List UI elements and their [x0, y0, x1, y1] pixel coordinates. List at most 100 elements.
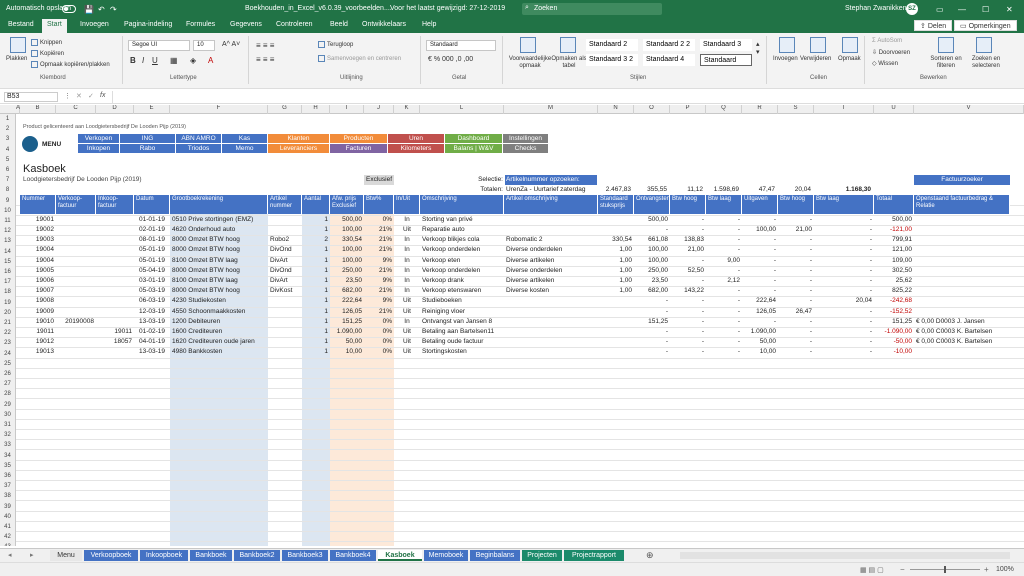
- table-cell[interactable]: 100,00: [331, 256, 363, 266]
- column-header-p[interactable]: P: [670, 105, 706, 114]
- table-cell[interactable]: 302,50: [875, 266, 913, 276]
- table-cell[interactable]: [599, 296, 633, 306]
- table-cell[interactable]: 19012: [21, 337, 55, 347]
- table-cell[interactable]: -: [815, 266, 873, 276]
- table-cell[interactable]: 0%: [365, 215, 393, 225]
- table-cell[interactable]: [97, 215, 133, 225]
- table-cell[interactable]: [505, 296, 597, 306]
- table-cell[interactable]: -: [743, 317, 777, 327]
- table-cell[interactable]: [97, 317, 133, 327]
- row-header[interactable]: 6: [0, 165, 16, 176]
- table-cell[interactable]: 500,00: [875, 215, 913, 225]
- table-cell[interactable]: -: [815, 276, 873, 286]
- row-header[interactable]: 23: [0, 338, 16, 349]
- table-cell[interactable]: [97, 235, 133, 245]
- column-title[interactable]: Datum: [134, 195, 170, 214]
- table-cell[interactable]: [915, 235, 1011, 245]
- table-cell[interactable]: [599, 215, 633, 225]
- table-cell[interactable]: -: [779, 266, 813, 276]
- table-cell[interactable]: 05-01-19: [135, 245, 169, 255]
- table-cell[interactable]: 1: [303, 347, 329, 357]
- currency-icon[interactable]: € % 000 ,0 ,00: [428, 56, 473, 63]
- table-cell[interactable]: DivOnd: [269, 266, 301, 276]
- column-title[interactable]: Ontvangsten: [634, 195, 670, 214]
- table-cell[interactable]: [599, 327, 633, 337]
- table-cell[interactable]: Robo2: [269, 235, 301, 245]
- sheet-tab-kasboek[interactable]: Kasboek: [378, 550, 422, 561]
- cancel-icon[interactable]: ✕: [76, 92, 82, 100]
- table-cell[interactable]: 4230 Studiekosten: [171, 296, 267, 306]
- sheet-tab-bankboek[interactable]: Bankboek: [190, 550, 232, 561]
- tab-beeld[interactable]: Beeld: [330, 21, 348, 28]
- row-header[interactable]: 10: [0, 205, 16, 216]
- table-cell[interactable]: 500,00: [331, 215, 363, 225]
- table-cell[interactable]: 0510 Prive stortingen (EMZ): [171, 215, 267, 225]
- tab-help[interactable]: Help: [422, 21, 436, 28]
- scroll-right-icon[interactable]: ▸: [30, 551, 34, 559]
- table-cell[interactable]: € 0,00 D0003 J. Jansen: [915, 317, 1011, 327]
- column-title[interactable]: Btw hoog: [670, 195, 706, 214]
- copy-button[interactable]: Kopiëren: [31, 50, 64, 57]
- sheet-tab-memoboek[interactable]: Memoboek: [424, 550, 468, 561]
- table-cell[interactable]: 1: [303, 215, 329, 225]
- table-cell[interactable]: [269, 317, 301, 327]
- table-cell[interactable]: Robomatic 2: [505, 235, 597, 245]
- maximize-icon[interactable]: ☐: [982, 5, 989, 14]
- table-cell[interactable]: -: [743, 215, 777, 225]
- sort-filter-icon[interactable]: [938, 37, 954, 53]
- nav-button-kas[interactable]: Kas: [222, 134, 268, 145]
- column-title[interactable]: Btw hoog: [778, 195, 814, 214]
- column-header-k[interactable]: K: [394, 105, 420, 114]
- table-cell[interactable]: [57, 276, 95, 286]
- table-cell[interactable]: Diverse artikelen: [505, 276, 597, 286]
- font-color-icon[interactable]: A: [208, 56, 213, 65]
- table-cell[interactable]: -: [671, 317, 705, 327]
- table-cell[interactable]: 10,00: [331, 347, 363, 357]
- merge-center-button[interactable]: Samenvoegen en centreren: [318, 55, 401, 62]
- row-header[interactable]: 7: [0, 175, 16, 186]
- share-button[interactable]: ⇪ Delen: [914, 20, 953, 31]
- table-cell[interactable]: 01-01-19: [135, 215, 169, 225]
- row-header[interactable]: 9: [0, 195, 16, 206]
- table-cell[interactable]: [915, 307, 1011, 317]
- column-header-s[interactable]: S: [778, 105, 814, 114]
- table-cell[interactable]: [915, 256, 1011, 266]
- table-cell[interactable]: -: [671, 225, 705, 235]
- nav-button-abn-amro[interactable]: ABN AMRO: [176, 134, 222, 145]
- table-cell[interactable]: Diverse artikelen: [505, 256, 597, 266]
- table-cell[interactable]: 0%: [365, 347, 393, 357]
- format-cells-button[interactable]: Opmaak: [838, 56, 861, 62]
- row-header[interactable]: 27: [0, 379, 16, 390]
- table-cell[interactable]: -: [815, 307, 873, 317]
- row-header[interactable]: 24: [0, 348, 16, 359]
- table-cell[interactable]: [599, 307, 633, 317]
- table-cell[interactable]: [915, 225, 1011, 235]
- name-box[interactable]: B53: [4, 92, 58, 102]
- row-header[interactable]: 20: [0, 307, 16, 318]
- table-cell[interactable]: [915, 245, 1011, 255]
- column-title[interactable]: Btw laag: [814, 195, 874, 214]
- table-cell[interactable]: 50,00: [331, 337, 363, 347]
- table-cell[interactable]: 1.090,00: [331, 327, 363, 337]
- table-cell[interactable]: 151,25: [635, 317, 669, 327]
- table-cell[interactable]: 661,08: [635, 235, 669, 245]
- table-cell[interactable]: [57, 307, 95, 317]
- style-standaard-2[interactable]: Standaard 2: [586, 39, 638, 51]
- table-cell[interactable]: DivArt: [269, 276, 301, 286]
- clear-button[interactable]: ◇ Wissen: [872, 60, 898, 67]
- zoom-in-icon[interactable]: +: [984, 565, 989, 574]
- table-cell[interactable]: 26,47: [779, 307, 813, 317]
- table-cell[interactable]: € 0,00 C0003 K. Bartelsen: [915, 337, 1011, 347]
- table-cell[interactable]: 18057: [97, 337, 133, 347]
- table-cell[interactable]: 19002: [21, 225, 55, 235]
- table-cell[interactable]: -: [815, 245, 873, 255]
- table-cell[interactable]: Diverse kosten: [505, 286, 597, 296]
- sheet-tab-bankboek4[interactable]: Bankboek4: [330, 550, 376, 561]
- table-cell[interactable]: 4620 Onderhoud auto: [171, 225, 267, 235]
- close-icon[interactable]: ✕: [1006, 5, 1013, 14]
- row-header[interactable]: 13: [0, 236, 16, 247]
- comments-button[interactable]: ▭ Opmerkingen: [954, 20, 1017, 31]
- autosave-toggle[interactable]: [62, 5, 76, 13]
- table-cell[interactable]: 19009: [21, 307, 55, 317]
- insert-cells-icon[interactable]: [779, 37, 795, 53]
